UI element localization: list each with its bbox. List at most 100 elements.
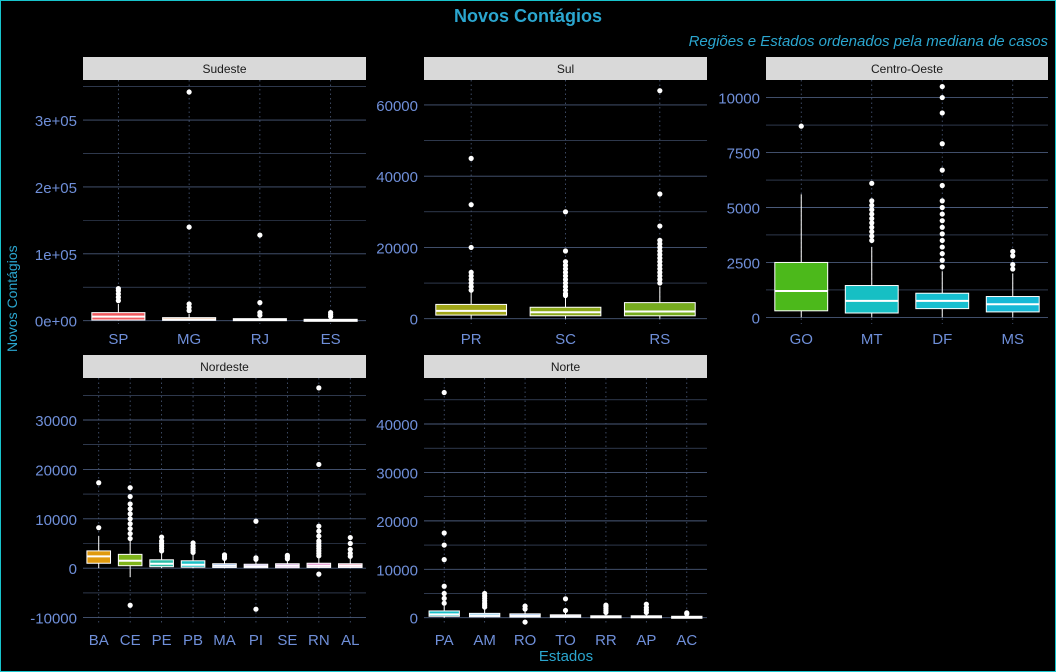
outlier-point: [316, 528, 322, 534]
outlier-point: [441, 389, 447, 396]
box-se: [275, 552, 300, 569]
box-ba: [86, 480, 112, 569]
facet-strip-label: Nordeste: [200, 360, 249, 374]
outlier-point: [127, 531, 133, 537]
y-tick-label: 40000: [376, 169, 418, 186]
x-tick-label: ES: [321, 331, 341, 348]
outlier-point: [939, 110, 945, 116]
outlier-point: [939, 198, 945, 204]
y-tick-label: 5000: [727, 200, 760, 217]
outlier-point: [316, 533, 322, 539]
box-mt: [844, 180, 899, 318]
outlier-point: [127, 485, 133, 491]
box-rn: [306, 385, 332, 577]
outlier-point: [522, 619, 528, 625]
y-tick-label: 30000: [35, 413, 77, 430]
y-tick-label: 10000: [376, 562, 418, 579]
y-tick-label: 20000: [376, 514, 418, 531]
outlier-point: [939, 264, 945, 270]
outlier-point: [657, 191, 663, 197]
box-am: [468, 590, 501, 618]
outlier-point: [869, 198, 875, 204]
outlier-point: [127, 511, 133, 517]
outlier-point: [939, 167, 945, 173]
outlier-point: [939, 83, 945, 90]
outlier-point: [253, 555, 259, 561]
box-sc: [529, 209, 602, 319]
y-tick-label: 2e+05: [35, 180, 77, 197]
outlier-point: [562, 209, 569, 215]
outlier-point: [562, 248, 569, 254]
outlier-point: [441, 583, 447, 589]
facet-strip-label: Norte: [551, 360, 581, 374]
outlier-point: [1010, 262, 1016, 268]
outlier-point: [186, 89, 192, 95]
outlier-point: [96, 525, 102, 531]
outlier-point: [562, 596, 569, 602]
outlier-point: [441, 595, 447, 601]
outlier-point: [127, 521, 133, 527]
outlier-point: [257, 300, 263, 306]
box-df: [915, 83, 970, 318]
outlier-point: [562, 259, 569, 265]
outlier-point: [939, 182, 945, 189]
facet-strip-label: Centro-Oeste: [871, 62, 943, 76]
box-body: [844, 285, 899, 314]
outlier-point: [869, 180, 875, 186]
outlier-point: [482, 590, 488, 597]
x-tick-label: AM: [473, 632, 496, 649]
y-tick-label: 20000: [376, 240, 418, 257]
outlier-point: [939, 257, 945, 263]
y-tick-label: 60000: [376, 98, 418, 115]
outlier-point: [347, 540, 353, 547]
box-to: [549, 596, 582, 618]
outlier-point: [316, 538, 322, 544]
outlier-point: [939, 141, 945, 147]
outlier-point: [347, 534, 353, 541]
outlier-point: [441, 557, 447, 563]
y-tick-label: 7500: [727, 146, 760, 163]
outlier-point: [328, 310, 334, 316]
outlier-point: [657, 223, 663, 229]
x-tick-label: MG: [177, 331, 201, 348]
x-tick-label: RO: [514, 632, 537, 649]
box-body: [774, 261, 829, 312]
x-tick-label: MA: [213, 632, 236, 649]
outlier-point: [186, 301, 192, 307]
box-ac: [671, 610, 703, 619]
box-body: [435, 303, 508, 316]
outlier-point: [468, 269, 474, 275]
x-tick-label: PR: [461, 331, 482, 348]
outlier-point: [1010, 248, 1016, 255]
box-rs: [623, 88, 696, 319]
x-tick-label: RR: [595, 632, 617, 649]
y-tick-label: 20000: [35, 462, 77, 479]
outlier-point: [127, 535, 133, 542]
outlier-point: [316, 461, 322, 468]
outlier-point: [441, 600, 447, 606]
outlier-point: [127, 526, 133, 532]
outlier-point: [127, 506, 133, 512]
y-tick-label: -10000: [30, 611, 77, 628]
panel-nordeste: Nordeste -10000 0 10000 20000 30000 BA CE PE PB MA…: [30, 355, 366, 649]
outlier-point: [522, 603, 528, 609]
outlier-point: [159, 534, 165, 540]
x-tick-label: CE: [120, 632, 141, 649]
panel-norte: Norte 0 10000 20000 30000 40000 PA AM RO TO RR AP AC: [376, 355, 707, 649]
x-tick-label: PB: [183, 632, 203, 649]
box-al: [337, 534, 363, 569]
outlier-point: [939, 224, 945, 230]
box-es: [303, 310, 358, 322]
x-tick-label: DF: [932, 331, 952, 348]
panel-sul: Sul 0 20000 40000 60000 PR SC RS: [376, 57, 707, 348]
outlier-point: [186, 224, 192, 230]
x-tick-label: BA: [89, 632, 109, 649]
y-tick-label: 0: [410, 611, 418, 628]
outlier-point: [657, 237, 663, 243]
x-tick-label: PI: [249, 632, 263, 649]
outlier-point: [939, 204, 945, 211]
y-tick-label: 2500: [727, 255, 760, 272]
x-tick-label: SP: [108, 331, 128, 348]
box-body: [623, 302, 696, 317]
panel-sudeste: Sudeste 0e+00 1e+05 2e+05 3e+05 SP MG RJ ES: [35, 57, 366, 348]
